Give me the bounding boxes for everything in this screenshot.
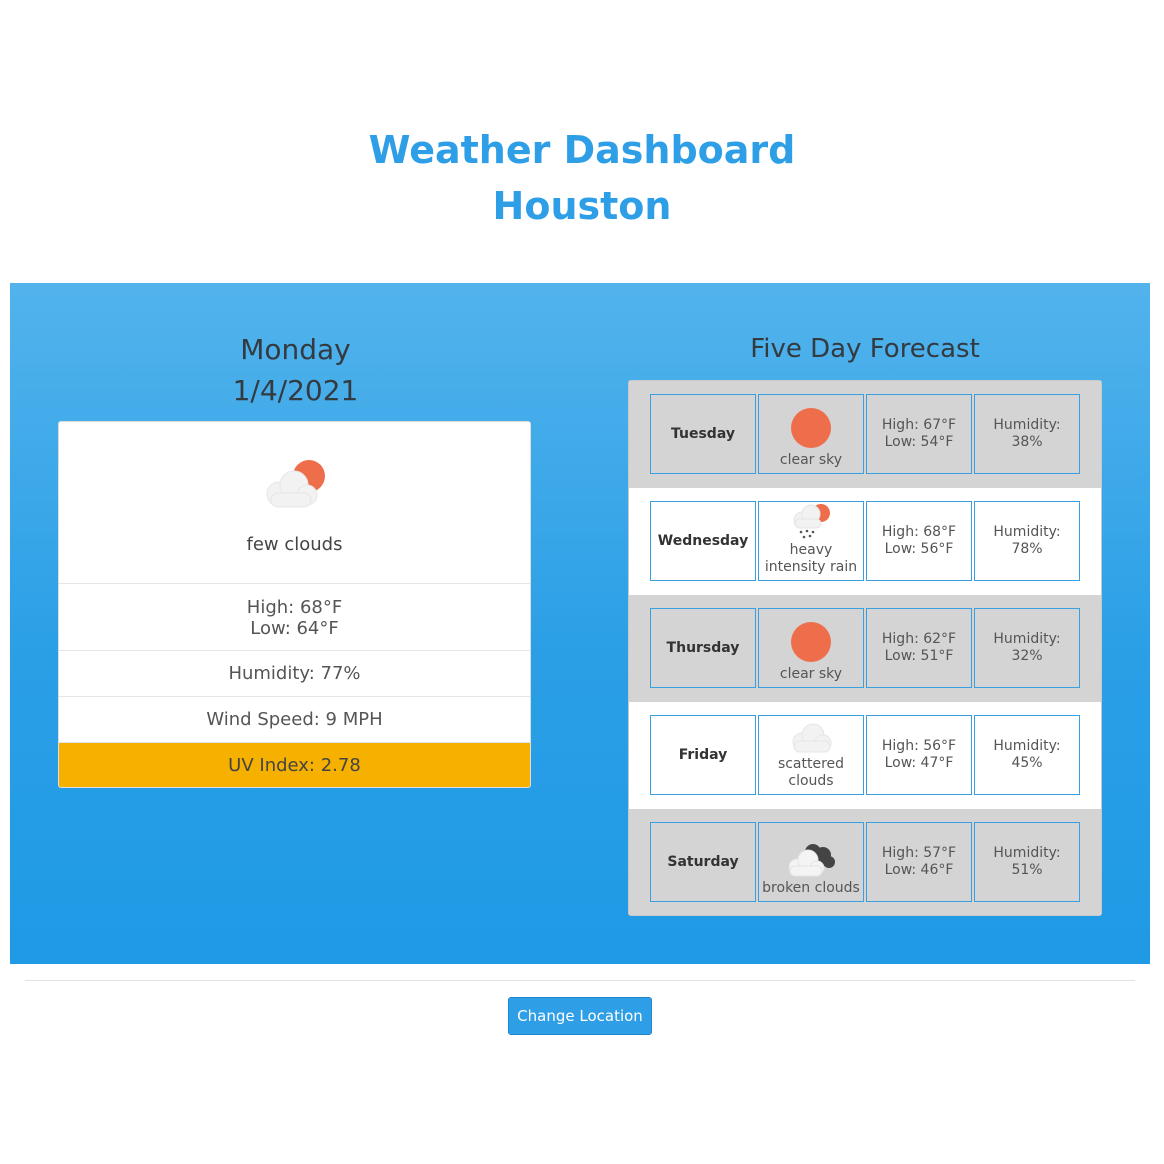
- forecast-row: Tuesday clear sky High: 67°F Low: 54°F H…: [629, 381, 1101, 488]
- current-humidity: Humidity: 77%: [59, 651, 530, 697]
- forecast-high: High: 56°F: [881, 738, 957, 754]
- current-weather-card: few clouds High: 68°F Low: 64°F Humidity…: [58, 421, 531, 788]
- forecast-humidity: Humidity: 78%: [974, 501, 1080, 581]
- humidity-value: 51%: [1011, 862, 1043, 878]
- humidity-label: Humidity:: [993, 845, 1061, 861]
- forecast-day: Tuesday: [650, 394, 756, 474]
- forecast-conditions: heavy intensity rain: [758, 501, 864, 581]
- heavy-rain-icon: [793, 504, 830, 539]
- current-date-heading: Monday 1/4/2021: [58, 329, 533, 411]
- change-location-button[interactable]: Change Location: [508, 997, 652, 1035]
- forecast-description: clear sky: [779, 452, 843, 468]
- forecast-temperatures: High: 67°F Low: 54°F: [866, 394, 972, 474]
- forecast-day: Saturday: [650, 822, 756, 902]
- current-high: High: 68°F: [246, 597, 343, 618]
- forecast-day: Thursday: [650, 608, 756, 688]
- forecast-conditions: clear sky: [758, 608, 864, 688]
- forecast-description: heavy intensity rain: [764, 542, 858, 575]
- uv-index-badge: UV Index: 2.78: [59, 743, 530, 787]
- forecast-table: Tuesday clear sky High: 67°F Low: 54°F H…: [628, 380, 1102, 916]
- current-conditions: few clouds: [59, 422, 530, 584]
- current-low: Low: 64°F: [250, 618, 339, 639]
- forecast-temperatures: High: 68°F Low: 56°F: [866, 501, 972, 581]
- forecast-temperatures: High: 62°F Low: 51°F: [866, 608, 972, 688]
- forecast-humidity: Humidity: 38%: [974, 394, 1080, 474]
- forecast-low: Low: 47°F: [884, 755, 954, 771]
- forecast-row: Saturday broken clouds High: 57°F Low: 4…: [629, 809, 1101, 915]
- clear-sky-icon: [791, 622, 831, 662]
- forecast-humidity: Humidity: 51%: [974, 822, 1080, 902]
- forecast-row: Wednesday heavy intensity rain High: 68°…: [629, 488, 1101, 595]
- page-header: Weather Dashboard Houston: [0, 122, 1164, 234]
- forecast-low: Low: 51°F: [884, 648, 954, 664]
- clear-sky-icon: [791, 408, 831, 448]
- forecast-low: Low: 46°F: [884, 862, 954, 878]
- weather-panel: Monday 1/4/2021 few clouds High: 68°F Lo…: [10, 283, 1150, 964]
- humidity-label: Humidity:: [993, 524, 1061, 540]
- forecast-row: Thursday clear sky High: 62°F Low: 51°F …: [629, 595, 1101, 702]
- humidity-value: 78%: [1011, 541, 1043, 557]
- forecast-conditions: scattered clouds: [758, 715, 864, 795]
- current-temperatures: High: 68°F Low: 64°F: [59, 584, 530, 651]
- forecast-high: High: 68°F: [881, 524, 957, 540]
- divider: [25, 980, 1135, 981]
- forecast-row: Friday scattered clouds High: 56°F Low: …: [629, 702, 1101, 809]
- forecast-description: broken clouds: [762, 880, 860, 896]
- current-date: 1/4/2021: [232, 374, 359, 407]
- forecast-high: High: 62°F: [881, 631, 957, 647]
- forecast-conditions: clear sky: [758, 394, 864, 474]
- city-name: Houston: [492, 184, 672, 228]
- forecast-temperatures: High: 56°F Low: 47°F: [866, 715, 972, 795]
- weather-dashboard-page: Weather Dashboard Houston Monday 1/4/202…: [0, 0, 1164, 1164]
- current-day: Monday: [240, 333, 351, 366]
- forecast-humidity: Humidity: 32%: [974, 608, 1080, 688]
- page-title: Weather Dashboard: [368, 128, 796, 172]
- scattered-clouds-icon: [792, 723, 832, 753]
- few-clouds-icon: [266, 460, 325, 508]
- forecast-day: Friday: [650, 715, 756, 795]
- humidity-label: Humidity:: [993, 738, 1061, 754]
- forecast-high: High: 67°F: [881, 417, 957, 433]
- broken-clouds-icon: [788, 844, 835, 877]
- humidity-label: Humidity:: [993, 631, 1061, 647]
- humidity-value: 38%: [1011, 434, 1043, 450]
- forecast-temperatures: High: 57°F Low: 46°F: [866, 822, 972, 902]
- current-wind-speed: Wind Speed: 9 MPH: [59, 697, 530, 743]
- forecast-description: clear sky: [779, 666, 843, 682]
- forecast-conditions: broken clouds: [758, 822, 864, 902]
- forecast-heading: Five Day Forecast: [750, 334, 980, 364]
- humidity-value: 45%: [1011, 755, 1043, 771]
- forecast-humidity: Humidity: 45%: [974, 715, 1080, 795]
- humidity-value: 32%: [1011, 648, 1043, 664]
- current-description: few clouds: [246, 534, 343, 555]
- forecast-low: Low: 56°F: [884, 541, 954, 557]
- forecast-day: Wednesday: [650, 501, 756, 581]
- forecast-low: Low: 54°F: [884, 434, 954, 450]
- humidity-label: Humidity:: [993, 417, 1061, 433]
- forecast-description: scattered clouds: [777, 756, 845, 789]
- forecast-high: High: 57°F: [881, 845, 957, 861]
